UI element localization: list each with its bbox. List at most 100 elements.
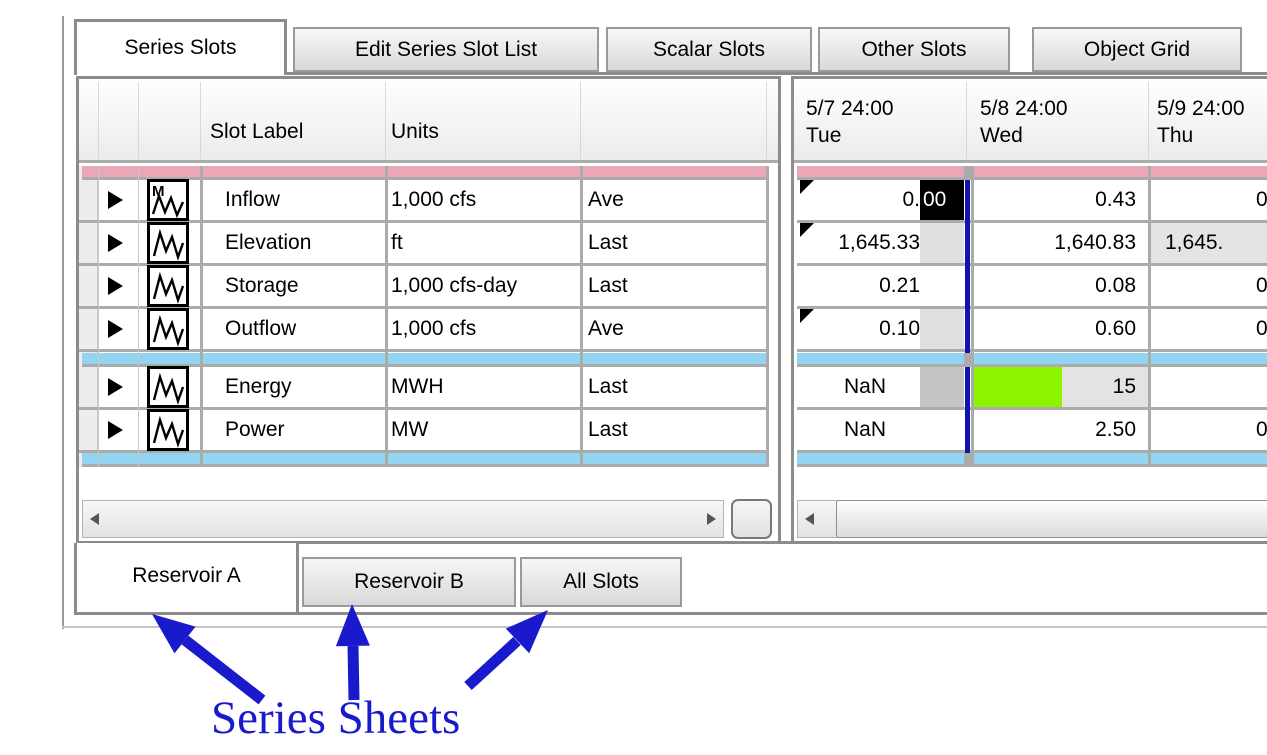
date-column-header: 5/7 24:00 Tue: [806, 95, 894, 149]
series-icon[interactable]: [147, 222, 189, 264]
pink-divider-band: [797, 166, 1267, 180]
slot-label-cell[interactable]: Inflow: [225, 180, 280, 220]
series-icon[interactable]: [147, 308, 189, 350]
annotation-label: Series Sheets: [211, 691, 460, 745]
tab-edit-series-slot-list[interactable]: Edit Series Slot List: [293, 27, 599, 72]
scroll-left-icon: [805, 513, 814, 525]
units-cell[interactable]: MWH: [391, 367, 443, 407]
blue-divider-band: [82, 453, 766, 467]
cell-note-flag-icon: [800, 223, 814, 237]
header-separator: [200, 82, 201, 160]
header-separator: [966, 82, 967, 160]
header-separator: [766, 82, 767, 160]
value-cell[interactable]: 1,645.: [1165, 223, 1223, 263]
header-separator: [138, 82, 139, 160]
series-icon[interactable]: [147, 409, 189, 451]
units-cell[interactable]: MW: [391, 410, 428, 450]
output-flag-box: [920, 309, 964, 349]
scroll-left-icon: [90, 513, 99, 525]
row-separator: [797, 349, 1267, 352]
row-expander-icon[interactable]: [108, 191, 123, 209]
current-timestep-line: [965, 367, 970, 453]
value-cell[interactable]: NaN: [800, 367, 886, 407]
row-header-strip: [79, 166, 98, 467]
pink-divider-band: [82, 166, 766, 180]
series-icon[interactable]: [147, 265, 189, 307]
arrow-to-all-slots: [506, 610, 548, 653]
header-separator: [98, 82, 99, 160]
tab-series-slots[interactable]: Series Slots: [74, 19, 287, 75]
tab-scalar-slots[interactable]: Scalar Slots: [606, 27, 812, 72]
row-expander-icon[interactable]: [108, 378, 123, 396]
blue-divider-band: [82, 353, 766, 367]
value-cell[interactable]: 0: [1256, 309, 1267, 349]
aggregation-cell[interactable]: Last: [588, 223, 628, 263]
blue-divider-band: [797, 453, 1267, 467]
units-cell[interactable]: 1,000 cfs: [391, 309, 476, 349]
sheet-tab-reservoir-b[interactable]: Reservoir B: [302, 557, 516, 607]
aggregation-cell[interactable]: Last: [588, 410, 628, 450]
slot-label-cell[interactable]: Outflow: [225, 309, 296, 349]
value-cell[interactable]: 0.60: [974, 309, 1136, 349]
date-column-header: 5/9 24:00 Thu: [1157, 95, 1245, 149]
series-icon[interactable]: [147, 366, 189, 408]
column-separator: [200, 166, 203, 467]
timeseries-scroll-left-arrow[interactable]: [798, 501, 820, 537]
slot-label-cell[interactable]: Storage: [225, 266, 299, 306]
value-cell[interactable]: 0.10: [800, 309, 920, 349]
slot-label-cell[interactable]: Elevation: [225, 223, 311, 263]
column-separator: [766, 166, 769, 467]
units-cell[interactable]: 1,000 cfs-day: [391, 266, 517, 306]
value-cell[interactable]: 1,640.83: [974, 223, 1136, 263]
tab-other-slots[interactable]: Other Slots: [818, 27, 1010, 72]
aggregation-cell[interactable]: Ave: [588, 180, 624, 220]
slot-list-hscrollbar[interactable]: [82, 500, 724, 538]
row-expander-icon[interactable]: [108, 421, 123, 439]
cell-note-flag-icon: [800, 180, 814, 194]
value-cell[interactable]: 0: [1256, 266, 1267, 306]
sheet-tab-reservoir-a[interactable]: Reservoir A: [74, 543, 299, 615]
aggregation-cell[interactable]: Ave: [588, 309, 624, 349]
scroll-right-arrow[interactable]: [700, 501, 722, 537]
output-flag-box: [920, 223, 964, 263]
value-cell[interactable]: 0.43: [974, 180, 1136, 220]
timeseries-scroll-thumb[interactable]: [836, 500, 1267, 538]
blue-divider-band: [797, 353, 1267, 367]
column-separator: [98, 166, 99, 467]
value-cell[interactable]: 2.50: [974, 410, 1136, 450]
column-separator: [385, 166, 388, 467]
value-cell[interactable]: 0: [1256, 410, 1267, 450]
aggregation-cell[interactable]: Last: [588, 266, 628, 306]
slot-viewer-window: Slot Label Units Series Sheets Series Sl…: [0, 0, 1267, 755]
units-cell[interactable]: 1,000 cfs: [391, 180, 476, 220]
aggregation-cell[interactable]: Last: [588, 367, 628, 407]
value-cell[interactable]: NaN: [800, 410, 886, 450]
row-separator: [797, 450, 1267, 453]
sheet-tab-all-slots[interactable]: All Slots: [520, 557, 682, 607]
row-expander-icon[interactable]: [108, 234, 123, 252]
column-header-slot-label: Slot Label: [210, 112, 303, 152]
multi-series-icon[interactable]: M: [147, 179, 189, 221]
value-cell[interactable]: 0.: [800, 180, 920, 220]
value-cell[interactable]: 0.08: [974, 266, 1136, 306]
units-cell[interactable]: ft: [391, 223, 403, 263]
column-separator: [138, 166, 139, 467]
selected-text-box: 00: [920, 180, 964, 220]
row-expander-icon[interactable]: [108, 277, 123, 295]
value-cell[interactable]: 0.21: [800, 266, 920, 306]
scrollbar-corner-button[interactable]: [731, 499, 772, 539]
slot-label-cell[interactable]: Energy: [225, 367, 292, 407]
value-cell[interactable]: 15: [974, 367, 1136, 407]
current-timestep-line: [965, 180, 970, 353]
header-separator: [1148, 82, 1149, 160]
slot-label-cell[interactable]: Power: [225, 410, 285, 450]
tab-object-grid[interactable]: Object Grid: [1032, 27, 1242, 72]
value-cell[interactable]: 0: [1256, 180, 1267, 220]
window-left-edge: [62, 16, 64, 629]
date-column-header: 5/8 24:00 Wed: [980, 95, 1068, 149]
column-header-units: Units: [391, 112, 439, 152]
cell-note-flag-icon: [800, 309, 814, 323]
value-cell[interactable]: 1,645.33: [800, 223, 920, 263]
row-expander-icon[interactable]: [108, 320, 123, 338]
scroll-left-arrow[interactable]: [83, 501, 105, 537]
